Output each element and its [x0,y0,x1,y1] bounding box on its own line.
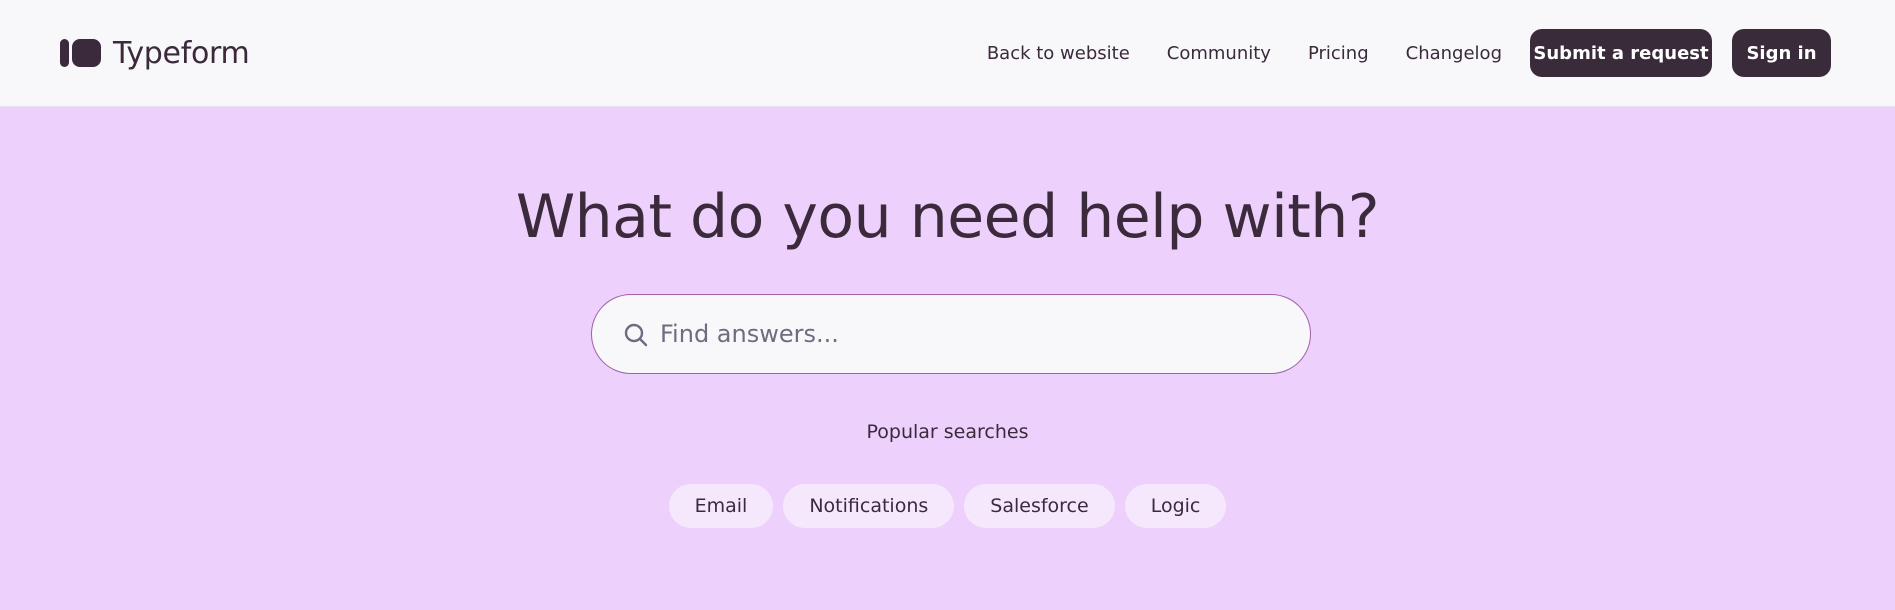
chip-salesforce[interactable]: Salesforce [964,484,1115,528]
logo-text: Typeform [113,35,250,71]
chip-notifications[interactable]: Notifications [783,484,955,528]
search-input[interactable] [660,295,1280,373]
sign-in-button[interactable]: Sign in [1732,29,1831,77]
page-title: What do you need help with? [515,182,1380,252]
chip-email[interactable]: Email [668,484,774,528]
chip-logic[interactable]: Logic [1124,484,1227,528]
popular-searches-label: Popular searches [866,421,1029,443]
popular-searches-list: Email Notifications Salesforce Logic [0,484,1895,528]
search-box[interactable] [591,294,1311,374]
search-icon [624,323,648,347]
nav-changelog[interactable]: Changelog [1406,43,1502,64]
typeform-logo[interactable]: Typeform [60,33,250,73]
nav-pricing[interactable]: Pricing [1308,43,1369,64]
typeform-logo-icon [60,39,101,67]
nav-community[interactable]: Community [1167,43,1271,64]
top-nav: Back to website Community Pricing Change… [987,29,1831,77]
top-header: Typeform Back to website Community Prici… [0,0,1895,107]
help-hero: What do you need help with? Popular sear… [0,107,1895,610]
submit-request-button[interactable]: Submit a request [1530,29,1712,77]
nav-back-to-website[interactable]: Back to website [987,43,1130,64]
